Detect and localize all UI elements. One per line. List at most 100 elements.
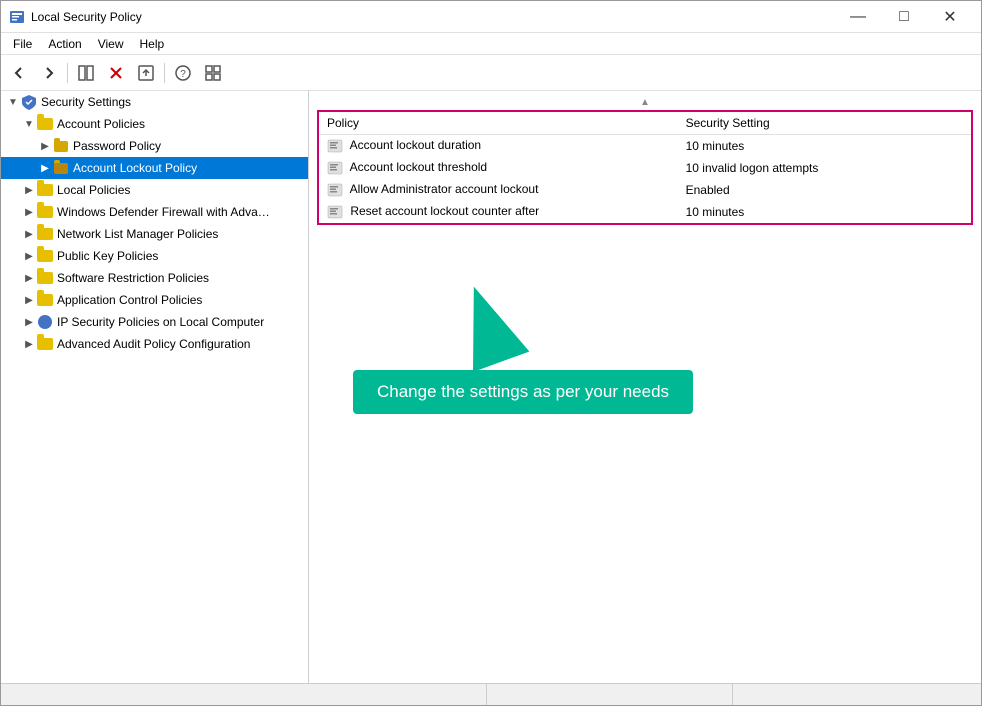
network-list-label: Network List Manager Policies xyxy=(57,227,218,241)
policy-icon-3 xyxy=(327,182,343,198)
setting-value-3: Enabled xyxy=(678,179,971,201)
account-lockout-icon xyxy=(53,160,69,176)
setting-value-1: 10 minutes xyxy=(678,135,971,158)
security-settings-label: Security Settings xyxy=(41,95,131,109)
view-button[interactable] xyxy=(199,59,227,87)
expand-account-policies[interactable]: ▼ xyxy=(21,119,37,130)
policy-name-1: Account lockout duration xyxy=(319,135,678,158)
password-policy-label: Password Policy xyxy=(73,139,161,153)
maximize-button[interactable]: □ xyxy=(881,1,927,33)
sidebar-item-account-policies[interactable]: ▼ Account Policies xyxy=(1,113,308,135)
window-title: Local Security Policy xyxy=(31,10,835,24)
policy-name-3: Allow Administrator account lockout xyxy=(319,179,678,201)
table-row[interactable]: Account lockout duration 10 minutes xyxy=(319,135,971,158)
account-policies-icon xyxy=(37,116,53,132)
public-key-label: Public Key Policies xyxy=(57,249,158,263)
close-button[interactable]: ✕ xyxy=(927,1,973,33)
sidebar-item-account-lockout-policy[interactable]: ▶ Account Lockout Policy xyxy=(1,157,308,179)
policy-table: Policy Security Setting xyxy=(319,112,971,223)
show-hide-button[interactable] xyxy=(72,59,100,87)
policy-icon-1 xyxy=(327,138,343,154)
network-list-icon xyxy=(37,226,53,242)
help-button[interactable]: ? xyxy=(169,59,197,87)
expand-local-policies[interactable]: ▶ xyxy=(21,185,37,196)
account-policies-label: Account Policies xyxy=(57,117,145,131)
setting-value-2: 10 invalid logon attempts xyxy=(678,157,971,179)
status-section-2 xyxy=(487,684,733,705)
sidebar-item-local-policies[interactable]: ▶ Local Policies xyxy=(1,179,308,201)
password-policy-icon xyxy=(53,138,69,154)
policy-name-4: Reset account lockout counter after xyxy=(319,201,678,223)
main-area: ▼ Security Settings ▼ Account Policies xyxy=(1,91,981,683)
annotation-area: Change the settings as per your needs xyxy=(353,292,693,414)
window-controls: — □ ✕ xyxy=(835,1,973,33)
windows-defender-icon xyxy=(37,204,53,220)
menu-help[interactable]: Help xyxy=(132,35,173,53)
menu-view[interactable]: View xyxy=(90,35,132,53)
menu-action[interactable]: Action xyxy=(40,35,89,53)
sidebar-item-windows-defender[interactable]: ▶ Windows Defender Firewall with Adva… xyxy=(1,201,308,223)
expand-windows-defender[interactable]: ▶ xyxy=(21,207,37,218)
policy-table-wrapper: Policy Security Setting xyxy=(317,110,973,225)
expand-public-key[interactable]: ▶ xyxy=(21,251,37,262)
local-policies-icon xyxy=(37,182,53,198)
expand-network-list[interactable]: ▶ xyxy=(21,229,37,240)
policy-name-2: Account lockout threshold xyxy=(319,157,678,179)
toolbar-sep-2 xyxy=(164,63,165,83)
scroll-indicator-up: ▲ xyxy=(313,97,977,108)
back-button[interactable] xyxy=(5,59,33,87)
expand-ip-security[interactable]: ▶ xyxy=(21,317,37,328)
main-window: Local Security Policy — □ ✕ File Action … xyxy=(0,0,982,706)
sidebar-item-ip-security[interactable]: ▶ IP Security Policies on Local Computer xyxy=(1,311,308,333)
sidebar-item-public-key[interactable]: ▶ Public Key Policies xyxy=(1,245,308,267)
app-icon xyxy=(9,9,25,25)
ip-security-label: IP Security Policies on Local Computer xyxy=(57,315,264,329)
expand-advanced-audit[interactable]: ▶ xyxy=(21,339,37,350)
minimize-button[interactable]: — xyxy=(835,1,881,33)
sidebar-item-network-list[interactable]: ▶ Network List Manager Policies xyxy=(1,223,308,245)
expand-security-settings[interactable]: ▼ xyxy=(5,97,21,108)
public-key-icon xyxy=(37,248,53,264)
software-restriction-label: Software Restriction Policies xyxy=(57,271,209,285)
expand-software-restriction[interactable]: ▶ xyxy=(21,273,37,284)
application-control-label: Application Control Policies xyxy=(57,293,202,307)
sidebar-item-password-policy[interactable]: ▶ Password Policy xyxy=(1,135,308,157)
delete-button[interactable] xyxy=(102,59,130,87)
setting-value-4: 10 minutes xyxy=(678,201,971,223)
sidebar-item-security-settings[interactable]: ▼ Security Settings xyxy=(1,91,308,113)
policy-icon-4 xyxy=(327,204,343,220)
sidebar-item-advanced-audit[interactable]: ▶ Advanced Audit Policy Configuration xyxy=(1,333,308,355)
sidebar: ▼ Security Settings ▼ Account Policies xyxy=(1,91,309,683)
sidebar-item-software-restriction[interactable]: ▶ Software Restriction Policies xyxy=(1,267,308,289)
status-section-3 xyxy=(733,684,978,705)
annotation-box: Change the settings as per your needs xyxy=(353,370,693,414)
security-settings-icon xyxy=(21,94,37,110)
table-row[interactable]: Account lockout threshold 10 invalid log… xyxy=(319,157,971,179)
expand-account-lockout[interactable]: ▶ xyxy=(37,163,53,174)
table-row[interactable]: Reset account lockout counter after 10 m… xyxy=(319,201,971,223)
ip-security-icon xyxy=(37,314,53,330)
toolbar-sep-1 xyxy=(67,63,68,83)
content-panel: ▲ Policy Security Setting xyxy=(309,91,981,683)
export-button[interactable] xyxy=(132,59,160,87)
annotation-arrow xyxy=(446,276,530,372)
advanced-audit-label: Advanced Audit Policy Configuration xyxy=(57,337,250,351)
toolbar: ? xyxy=(1,55,981,91)
expand-password-policy[interactable]: ▶ xyxy=(37,141,53,152)
title-bar: Local Security Policy — □ ✕ xyxy=(1,1,981,33)
account-lockout-label: Account Lockout Policy xyxy=(73,161,197,175)
table-row[interactable]: Allow Administrator account lockout Enab… xyxy=(319,179,971,201)
menu-file[interactable]: File xyxy=(5,35,40,53)
windows-defender-label: Windows Defender Firewall with Adva… xyxy=(57,205,270,219)
column-policy: Policy xyxy=(319,112,678,135)
column-security-setting: Security Setting xyxy=(678,112,971,135)
local-policies-label: Local Policies xyxy=(57,183,130,197)
status-bar xyxy=(1,683,981,705)
advanced-audit-icon xyxy=(37,336,53,352)
svg-text:?: ? xyxy=(180,69,186,80)
application-control-icon xyxy=(37,292,53,308)
expand-application-control[interactable]: ▶ xyxy=(21,295,37,306)
status-section-1 xyxy=(5,684,487,705)
sidebar-item-application-control[interactable]: ▶ Application Control Policies xyxy=(1,289,308,311)
forward-button[interactable] xyxy=(35,59,63,87)
